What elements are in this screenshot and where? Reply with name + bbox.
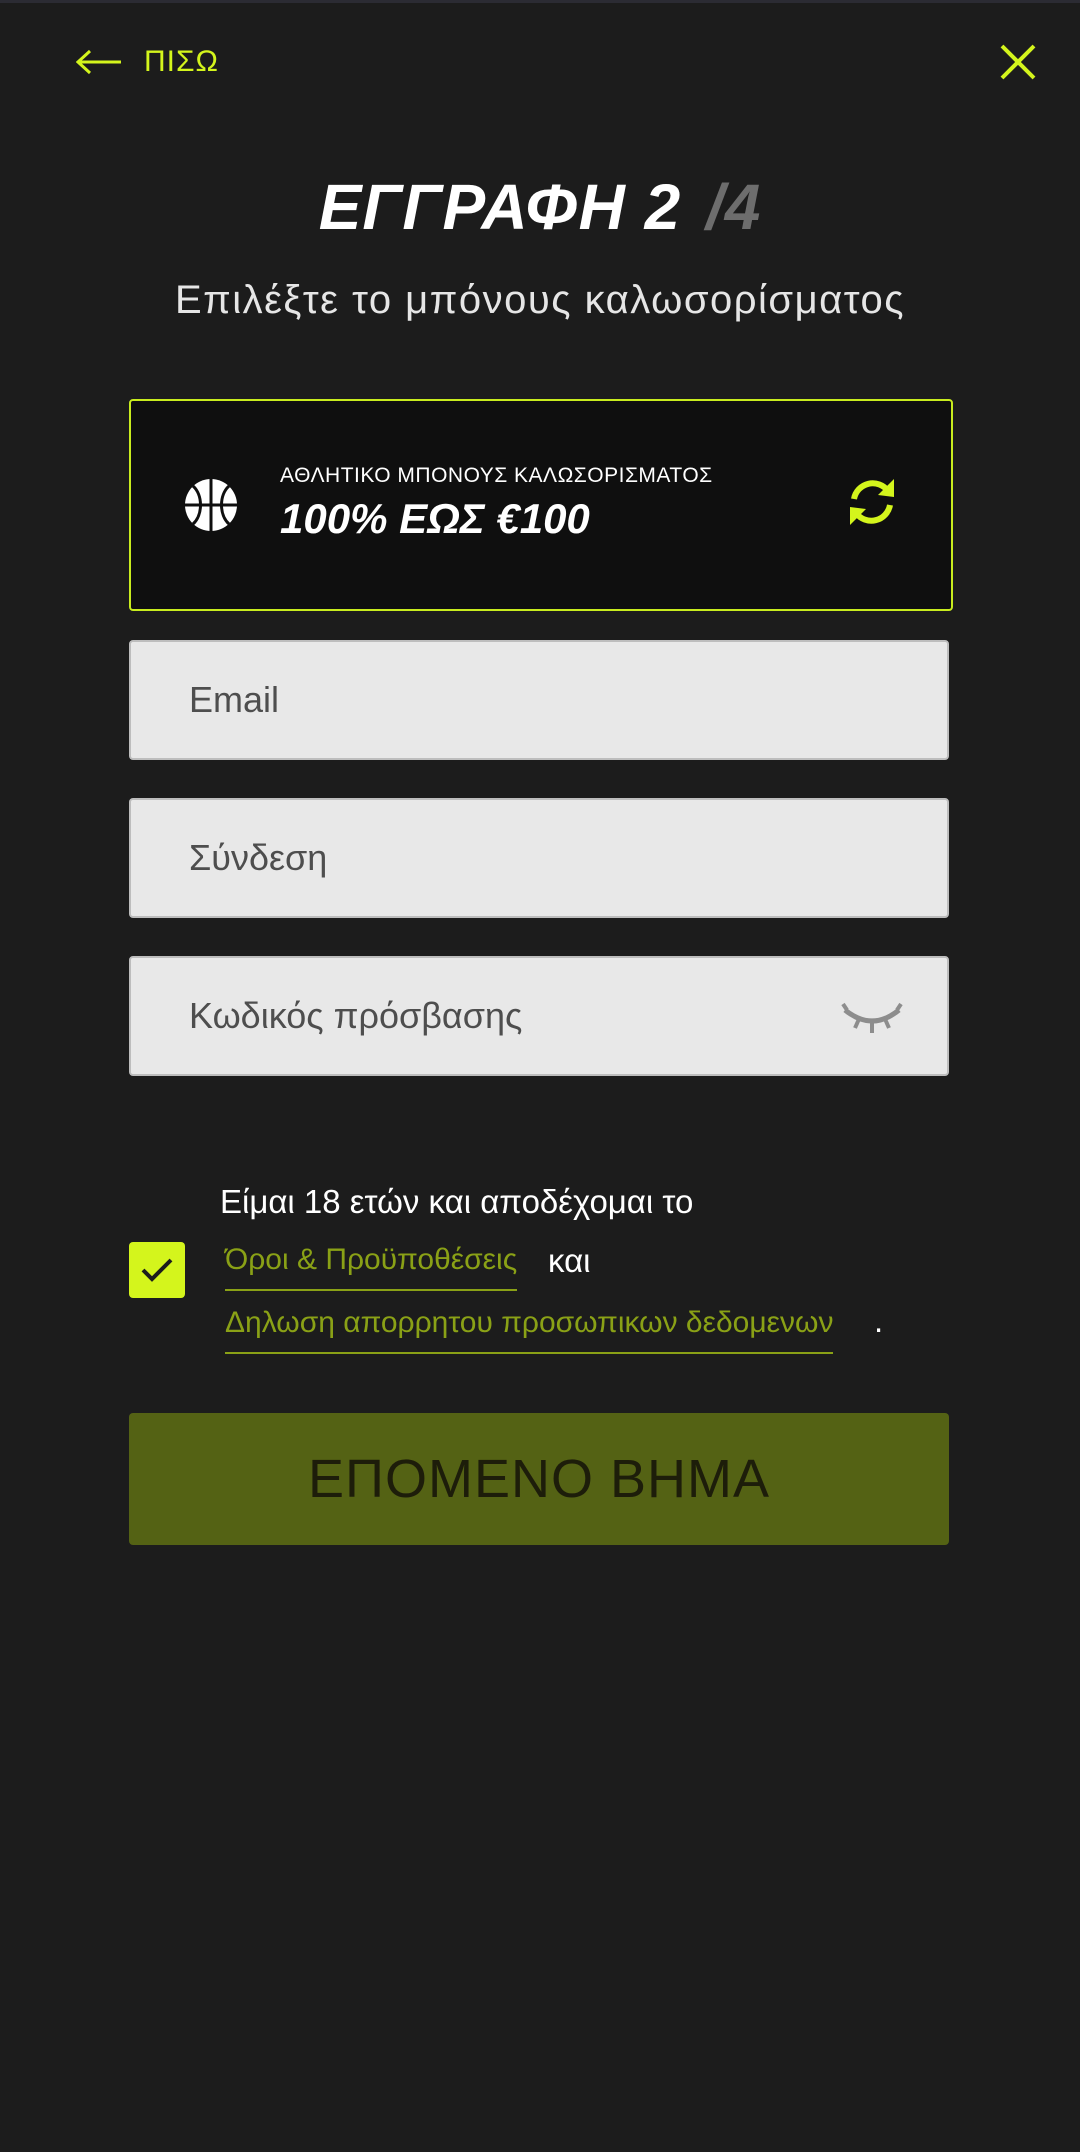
terms-period: . — [874, 1302, 884, 1339]
arrow-left-icon — [76, 49, 121, 75]
bonus-card[interactable]: ΑΘΛΗΤΙΚΟ ΜΠΟΝΟΥΣ ΚΑΛΩΣΟΡΙΣΜΑΤΟΣ 100% ΕΩΣ… — [129, 399, 953, 611]
email-field[interactable] — [187, 678, 947, 722]
eye-closed-icon[interactable] — [841, 1002, 903, 1036]
back-button[interactable]: ΠΙΣΩ — [76, 40, 219, 84]
age-terms-checkbox[interactable] — [129, 1242, 185, 1298]
refresh-icon[interactable] — [845, 475, 899, 529]
title-step-total: /4 — [705, 171, 762, 243]
privacy-link[interactable]: Δηλωση απορρητου προσωπικων δεδομενων — [225, 1306, 834, 1354]
login-field-container — [129, 798, 949, 918]
page-title: ΕΓΓΡΑΦΗ 2 /4 — [0, 170, 1080, 244]
bonus-value: 100% ΕΩΣ €100 — [280, 495, 590, 542]
login-field[interactable] — [187, 836, 947, 880]
bonus-label: ΑΘΛΗΤΙΚΟ ΜΠΟΝΟΥΣ ΚΑΛΩΣΟΡΙΣΜΑΤΟΣ — [280, 464, 713, 487]
title-step: 2 — [644, 171, 682, 243]
close-icon[interactable] — [996, 40, 1040, 84]
title-text: ΕΓΓΡΑΦΗ — [318, 171, 626, 243]
basketball-icon — [185, 479, 237, 531]
checkmark-icon — [141, 1258, 173, 1282]
top-divider — [0, 0, 1080, 3]
password-field[interactable] — [187, 994, 947, 1038]
back-label: ΠΙΣΩ — [144, 45, 219, 78]
email-field-container — [129, 640, 949, 760]
page-subtitle: Επιλέξτε το μπόνους καλωσορίσματος — [174, 278, 906, 322]
password-field-container — [129, 956, 949, 1076]
terms-link[interactable]: Όροι & Προϋποθέσεις — [225, 1243, 518, 1291]
terms-statement: Είμαι 18 ετών και αποδέχομαι το — [220, 1183, 694, 1220]
next-step-button[interactable]: ΕΠΟΜΕΝΟ ΒΗΜΑ — [129, 1413, 949, 1545]
terms-and: και — [548, 1242, 591, 1279]
